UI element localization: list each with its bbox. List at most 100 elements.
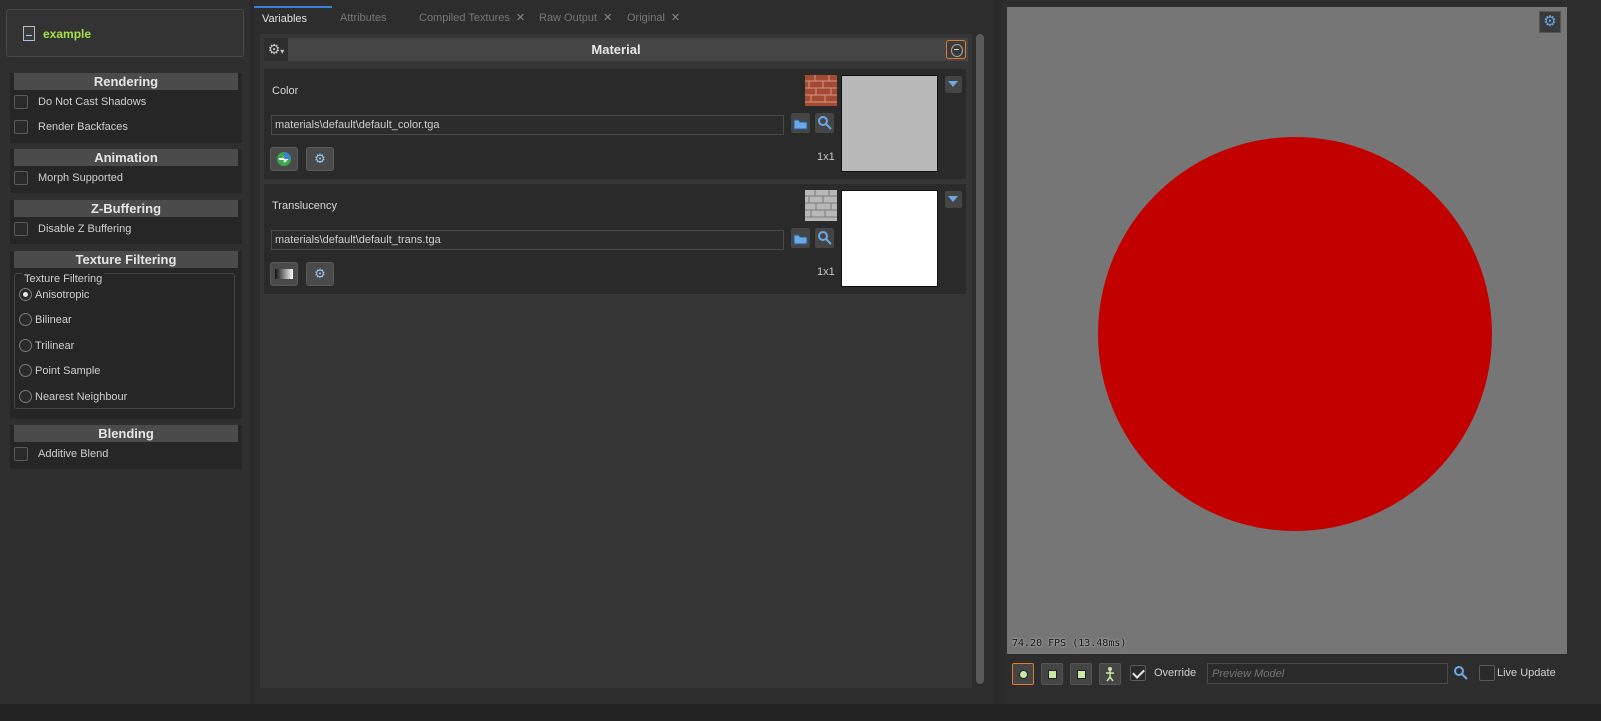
anisotropic-radio[interactable]: [19, 288, 32, 301]
render-backfaces-option[interactable]: Render Backfaces: [10, 115, 242, 140]
disable-z-buffering-checkbox[interactable]: [14, 222, 28, 236]
translucency-texture-path-field[interactable]: materials\default\default_trans.tga: [271, 230, 784, 250]
point-sample-label: Point Sample: [35, 365, 101, 377]
tab-variables-label: Variables: [262, 13, 308, 25]
close-icon[interactable]: ✕: [516, 12, 525, 24]
sphere-model-button[interactable]: [1012, 663, 1034, 685]
tab-compiled-textures-label: Compiled Textures: [419, 12, 510, 24]
preview-model-input[interactable]: [1207, 663, 1448, 684]
render-backfaces-checkbox[interactable]: [14, 120, 28, 134]
texture-filtering-section: Texture Filtering Texture Filtering Anis…: [10, 251, 242, 419]
translucency-texture-preview: [841, 190, 938, 287]
disable-z-buffering-option[interactable]: Disable Z Buffering: [10, 217, 242, 242]
person-icon: [1106, 667, 1114, 682]
color-texture-block: Color materials\default\default_color.tg…: [264, 69, 966, 179]
tab-original-label: Original: [627, 12, 665, 24]
sphere-icon: [1019, 670, 1028, 679]
character-model-button[interactable]: [1099, 663, 1121, 685]
bilinear-label: Bilinear: [35, 314, 72, 326]
texture-filtering-group-label: Texture Filtering: [22, 273, 105, 285]
tab-original[interactable]: Original ✕: [627, 6, 680, 30]
render-backfaces-label: Render Backfaces: [38, 121, 128, 133]
live-update-checkbox[interactable]: [1479, 665, 1495, 681]
additive-blend-label: Additive Blend: [38, 448, 109, 460]
translucency-texture-name: Translucency: [272, 200, 338, 212]
close-icon[interactable]: ✕: [671, 12, 680, 24]
do-not-cast-shadows-checkbox[interactable]: [14, 95, 28, 109]
brick-texture-thumbnail[interactable]: [805, 75, 837, 106]
color-texture-size: 1x1: [817, 151, 835, 163]
magnifier-icon[interactable]: [815, 228, 834, 248]
editor-scrollbar[interactable]: [976, 34, 984, 688]
point-sample-radio[interactable]: [19, 364, 32, 377]
override-checkbox[interactable]: [1130, 665, 1146, 681]
texture-convert-icon[interactable]: [270, 147, 298, 171]
cube-model-button[interactable]: [1041, 663, 1063, 685]
disable-z-buffering-label: Disable Z Buffering: [38, 223, 132, 235]
editor-tabs: Variables Attributes Compiled Textures ✕ …: [254, 6, 994, 30]
nearest-neighbour-label: Nearest Neighbour: [35, 391, 128, 403]
editor-panel: Variables Attributes Compiled Textures ✕ …: [254, 0, 994, 704]
additive-blend-option[interactable]: Additive Blend: [10, 442, 242, 467]
live-update-label: Live Update: [1497, 667, 1556, 679]
animation-section: Animation Morph Supported: [10, 149, 242, 193]
zbuffering-section: Z-Buffering Disable Z Buffering: [10, 200, 242, 244]
material-header: Material ⚙▾: [264, 38, 968, 61]
tab-variables[interactable]: Variables: [254, 6, 332, 30]
blending-section: Blending Additive Blend: [10, 425, 242, 469]
collapse-button[interactable]: [946, 40, 966, 59]
animation-section-title: Animation: [14, 149, 238, 166]
tab-attributes-label: Attributes: [340, 12, 387, 24]
morph-supported-option[interactable]: Morph Supported: [10, 166, 242, 191]
additive-blend-checkbox[interactable]: [14, 447, 28, 461]
zbuffering-section-title: Z-Buffering: [14, 200, 238, 217]
magnifier-icon[interactable]: [815, 113, 834, 133]
blending-section-title: Blending: [14, 425, 238, 442]
anisotropic-label: Anisotropic: [35, 289, 90, 301]
material-name-box: example: [6, 9, 244, 57]
texture-filtering-group: Texture Filtering Anisotropic Bilinear T…: [14, 273, 235, 409]
rendering-section: Rendering Do Not Cast Shadows Render Bac…: [10, 73, 242, 143]
gradient-icon[interactable]: [270, 262, 298, 286]
material-name: example: [43, 27, 92, 41]
chevron-down-icon[interactable]: [945, 191, 962, 208]
preview-viewport[interactable]: ⚙ 74.20 FPS (13.48ms): [1007, 7, 1567, 654]
tab-compiled-textures[interactable]: Compiled Textures ✕: [419, 6, 525, 30]
editor-scroll-thumb[interactable]: [976, 34, 984, 684]
morph-supported-label: Morph Supported: [38, 172, 123, 184]
cube-icon: [1048, 670, 1057, 679]
do-not-cast-shadows-label: Do Not Cast Shadows: [38, 96, 147, 108]
material-title: Material: [591, 42, 641, 57]
fps-readout: 74.20 FPS (13.48ms): [1012, 638, 1127, 649]
close-icon[interactable]: ✕: [603, 12, 612, 24]
do-not-cast-shadows-option[interactable]: Do Not Cast Shadows: [10, 90, 242, 115]
grey-brick-texture-thumbnail[interactable]: [805, 190, 837, 221]
search-icon[interactable]: [1453, 665, 1471, 683]
tab-raw-output[interactable]: Raw Output ✕: [539, 6, 612, 30]
folder-open-icon[interactable]: [791, 113, 810, 133]
morph-supported-checkbox[interactable]: [14, 171, 28, 185]
material-editor-area: Material ⚙▾ Color materials\default\defa…: [260, 34, 972, 688]
color-texture-preview: [841, 75, 938, 172]
material-settings-gear-icon[interactable]: ⚙▾: [264, 38, 288, 61]
color-texture-path-field[interactable]: materials\default\default_color.tga: [271, 115, 784, 135]
trilinear-label: Trilinear: [35, 340, 75, 352]
texture-settings-gear-icon[interactable]: ⚙: [306, 262, 334, 286]
trilinear-radio[interactable]: [19, 339, 32, 352]
bilinear-radio[interactable]: [19, 313, 32, 326]
nearest-neighbour-radio[interactable]: [19, 390, 32, 403]
material-file-icon: [23, 26, 35, 41]
status-bar: [0, 704, 1601, 721]
folder-open-icon[interactable]: [791, 228, 810, 248]
texture-filtering-section-title: Texture Filtering: [14, 251, 238, 268]
rendering-section-title: Rendering: [14, 73, 238, 90]
tab-attributes[interactable]: Attributes: [340, 6, 386, 30]
viewport-settings-gear-icon[interactable]: ⚙: [1539, 11, 1561, 33]
preview-sphere: [1098, 137, 1492, 531]
viewport-toolbar: Override Live Update: [1007, 662, 1601, 690]
tab-raw-output-label: Raw Output: [539, 12, 598, 24]
color-texture-name: Color: [272, 85, 299, 97]
chevron-down-icon[interactable]: [945, 76, 962, 93]
plane-model-button[interactable]: [1070, 663, 1092, 685]
texture-settings-gear-icon[interactable]: ⚙: [306, 147, 334, 171]
